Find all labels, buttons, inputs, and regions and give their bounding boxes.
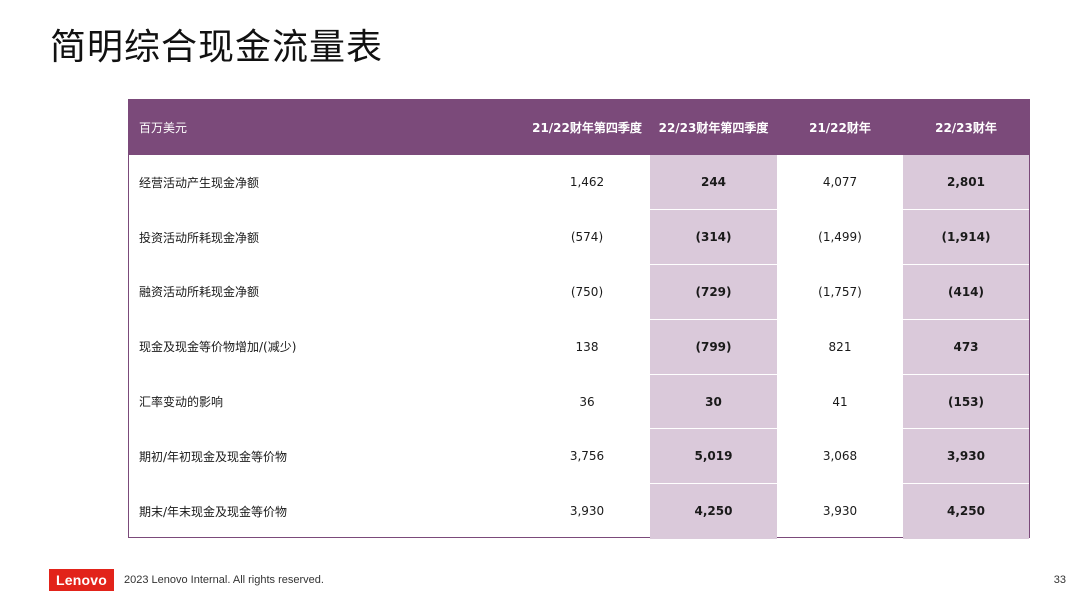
row-label: 现金及现金等价物增加/(减少) xyxy=(129,318,524,375)
header-unit: 百万美元 xyxy=(139,121,188,135)
copyright-text: 2023 Lenovo Internal. All rights reserve… xyxy=(124,574,324,586)
cell-value: 138 xyxy=(524,318,650,375)
row-label: 经营活动产生现金净额 xyxy=(129,155,524,211)
cell-value-highlight: (414) xyxy=(903,264,1029,320)
cell-value: 821 xyxy=(777,318,903,375)
cell-value: 36 xyxy=(524,374,650,430)
header-fy2223: 22/23财年 xyxy=(935,121,997,135)
cell-value: 1,462 xyxy=(524,155,650,211)
cell-value: (574) xyxy=(524,209,650,266)
header-fy2122-q4: 21/22财年第四季度 xyxy=(532,121,642,135)
row-label: 汇率变动的影响 xyxy=(129,374,524,430)
table-row: 经营活动产生现金净额 1,462 244 4,077 2,801 xyxy=(129,155,1029,211)
cell-value: 3,930 xyxy=(569,504,605,519)
table-row: 现金及现金等价物增加/(减少) 138 (799) 821 473 xyxy=(129,318,1029,375)
cell-value-highlight: 3,930 xyxy=(903,428,1029,485)
cell-value-highlight: 2,801 xyxy=(903,155,1029,211)
cell-value: 3,068 xyxy=(777,428,903,485)
cell-value: 41 xyxy=(777,374,903,430)
table-header-row: 百万美元 21/22财年第四季度 22/23财年第四季度 21/22财年 22/… xyxy=(129,100,1029,155)
row-label: 期初/年初现金及现金等价物 xyxy=(129,428,524,485)
cell-value: (750) xyxy=(524,264,650,320)
cell-value: 3,756 xyxy=(524,428,650,485)
cell-value-highlight: 30 xyxy=(650,374,777,430)
cell-value: (1,499) xyxy=(777,209,903,266)
row-label: 投资活动所耗现金净额 xyxy=(129,209,524,266)
cell-value-highlight: (1,914) xyxy=(903,209,1029,266)
page-number: 33 xyxy=(1053,574,1066,586)
cash-flow-table: 百万美元 21/22财年第四季度 22/23财年第四季度 21/22财年 22/… xyxy=(128,99,1030,539)
row-label: 融资活动所耗现金净额 xyxy=(129,264,524,320)
row-label: 期末/年末现金及现金等价物 xyxy=(139,504,288,519)
cell-value-highlight: (314) xyxy=(650,209,777,266)
cell-value-highlight: 5,019 xyxy=(650,428,777,485)
cell-value-highlight: 4,250 xyxy=(650,483,777,539)
table-row: 融资活动所耗现金净额 (750) (729) (1,757) (414) xyxy=(129,264,1029,320)
cell-value-highlight: 473 xyxy=(903,318,1029,375)
table-row: 期初/年初现金及现金等价物 3,756 5,019 3,068 3,930 xyxy=(129,428,1029,485)
table-row: 期末/年末现金及现金等价物 3,930 4,250 3,930 4,250 xyxy=(129,483,1029,539)
cell-value: 3,930 xyxy=(822,504,858,519)
table-row: 投资活动所耗现金净额 (574) (314) (1,499) (1,914) xyxy=(129,209,1029,266)
cell-value: (1,757) xyxy=(777,264,903,320)
cell-value-highlight: 244 xyxy=(650,155,777,211)
cell-value-highlight: 4,250 xyxy=(903,483,1029,539)
header-fy2122: 21/22财年 xyxy=(809,121,871,135)
cell-value-highlight: (729) xyxy=(650,264,777,320)
header-fy2223-q4: 22/23财年第四季度 xyxy=(658,121,769,135)
lenovo-logo: Lenovo xyxy=(49,569,114,591)
cell-value-highlight: (153) xyxy=(903,374,1029,430)
page-title: 简明综合现金流量表 xyxy=(50,27,384,68)
cell-value-highlight: (799) xyxy=(650,318,777,375)
cell-value: 4,077 xyxy=(777,155,903,211)
table-row: 汇率变动的影响 36 30 41 (153) xyxy=(129,374,1029,430)
